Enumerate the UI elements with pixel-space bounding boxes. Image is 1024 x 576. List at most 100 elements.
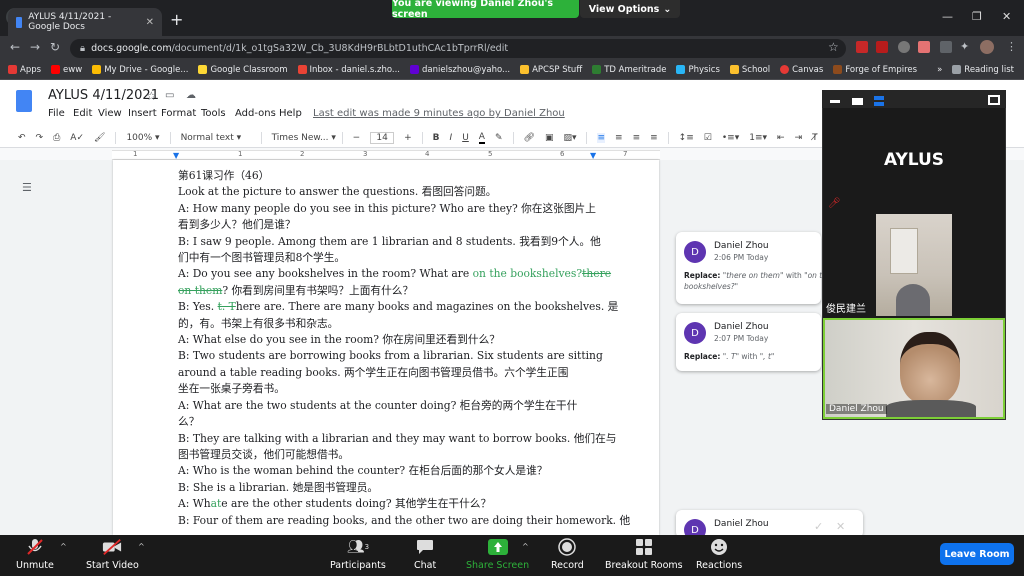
font-size-increase-button[interactable]: + (404, 133, 412, 143)
extension-1-icon[interactable] (856, 41, 868, 53)
audio-options-caret-icon[interactable]: ^ (60, 542, 67, 551)
italic-button[interactable]: I (450, 133, 453, 143)
bookmark-eww[interactable]: eww (51, 65, 82, 75)
minimize-icon[interactable]: — (942, 10, 953, 23)
ruler[interactable] (112, 150, 660, 160)
bold-button[interactable]: B (433, 133, 440, 143)
docs-scrollbar[interactable] (1006, 160, 1024, 535)
line-spacing-icon[interactable]: ↕≡ (679, 133, 694, 143)
text-color-button[interactable]: A (478, 132, 485, 144)
forward-icon[interactable]: → (30, 40, 40, 54)
suggestion-card[interactable]: D Daniel Zhou 2:07 PM Today Replace: ". … (676, 313, 821, 371)
reload-icon[interactable]: ↻ (50, 40, 60, 54)
suggestion-card[interactable]: D Daniel Zhou 2:06 PM Today Replace: "th… (676, 232, 832, 304)
suggestion-card[interactable]: D Daniel Zhou ✓ ✕ (676, 510, 863, 541)
align-right-icon[interactable]: ≡ (633, 133, 641, 143)
highlight-icon[interactable]: ✎ (495, 133, 503, 143)
star-icon[interactable]: ☆ (146, 89, 157, 103)
bookmark-inbox[interactable]: Inbox - daniel.s.zho... (297, 65, 400, 75)
move-folder-icon[interactable]: ▭ (165, 90, 174, 101)
close-window-icon[interactable]: ✕ (1002, 10, 1011, 23)
reactions-button[interactable]: Reactions (696, 538, 742, 571)
extension-3-icon[interactable] (898, 41, 910, 53)
bookmark-my-drive[interactable]: My Drive - Google... (92, 65, 188, 75)
accept-check-icon[interactable]: ✓ (814, 520, 823, 533)
style-select[interactable]: Normal text ▾ (181, 133, 251, 143)
leave-room-button[interactable]: Leave Room (940, 543, 1014, 565)
print-icon[interactable]: ⎙ (53, 133, 60, 143)
decrease-indent-icon[interactable]: ⇤ (777, 133, 785, 143)
puzzle-extensions-icon[interactable]: ✦ (960, 40, 969, 53)
tab-close-icon[interactable]: ✕ (146, 17, 154, 28)
bookmarks-more[interactable]: » (937, 65, 942, 75)
bookmark-yahoo[interactable]: danielszhou@yaho... (410, 65, 510, 75)
document-body[interactable]: 第61课习作（46） Look at the picture to answer… (178, 168, 630, 529)
align-justify-icon[interactable]: ≡ (650, 133, 658, 143)
video-options-caret-icon[interactable]: ^ (138, 542, 145, 551)
chat-button[interactable]: Chat (414, 538, 436, 571)
start-video-button[interactable]: Start Video (86, 538, 139, 571)
menu-addons[interactable]: Add-ons (235, 108, 276, 119)
document-title[interactable]: AYLUS 4/11/2021 (48, 88, 159, 103)
comment-icon[interactable]: ▣ (545, 133, 554, 143)
checklist-icon[interactable]: ☑ (704, 133, 712, 143)
numbered-list-icon[interactable]: 1≡▾ (749, 133, 767, 143)
share-screen-button[interactable]: Share Screen (466, 538, 529, 571)
last-edit-link[interactable]: Last edit was made 9 minutes ago by Dani… (313, 108, 565, 119)
share-options-caret-icon[interactable]: ^ (522, 542, 529, 551)
docs-logo-icon[interactable] (16, 90, 32, 112)
menu-file[interactable]: File (48, 108, 65, 119)
url-input[interactable]: 🔒︎ docs.google.com/document/d/1k_o1tgSa3… (70, 39, 846, 58)
image-icon[interactable]: ▨▾ (563, 133, 576, 143)
view-options-button[interactable]: View Options ⌄ (580, 0, 680, 18)
suggested-deletion[interactable]: t. T (218, 300, 236, 313)
underline-button[interactable]: U (462, 133, 469, 143)
font-select[interactable]: Times New... ▾ (272, 133, 336, 143)
undo-icon[interactable]: ↶ (18, 133, 26, 143)
gallery-view-icon[interactable] (874, 96, 884, 106)
exit-panel-icon[interactable] (988, 95, 1000, 105)
spellcheck-icon[interactable]: A✓ (70, 133, 84, 143)
font-size-input[interactable]: 14 (370, 131, 395, 144)
bookmark-apps[interactable]: Apps (8, 65, 41, 75)
back-icon[interactable]: ← (10, 40, 20, 54)
zoom-select[interactable]: 100% ▾ (126, 133, 159, 143)
suggested-insertion[interactable]: at (211, 497, 222, 510)
document-outline-icon[interactable]: ☰ (22, 181, 34, 194)
speaker-view-icon[interactable] (852, 98, 863, 105)
star-bookmark-icon[interactable]: ☆ (828, 40, 839, 54)
align-center-icon[interactable]: ≡ (615, 133, 623, 143)
menu-insert[interactable]: Insert (128, 108, 157, 119)
menu-tools[interactable]: Tools (201, 108, 226, 119)
browser-tab[interactable]: AYLUS 4/11/2021 - Google Docs ✕ (8, 8, 162, 36)
bookmark-apcsp[interactable]: APCSP Stuff (520, 65, 582, 75)
browser-menu-icon[interactable]: ⋮ (1006, 40, 1017, 53)
extension-4-icon[interactable] (918, 41, 930, 53)
bulleted-list-icon[interactable]: •≡▾ (722, 133, 739, 143)
profile-avatar[interactable] (980, 40, 994, 54)
maximize-icon[interactable]: ❐ (972, 10, 982, 23)
new-tab-icon[interactable]: + (170, 10, 183, 29)
reading-list[interactable]: Reading list (952, 65, 1014, 75)
align-left-icon[interactable]: ≡ (597, 132, 606, 143)
indent-marker-icon[interactable]: ▼ (173, 151, 179, 160)
bookmark-forge[interactable]: Forge of Empires (833, 65, 917, 75)
extension-2-icon[interactable] (876, 41, 888, 53)
redo-icon[interactable]: ↷ (36, 133, 44, 143)
record-button[interactable]: Record (551, 538, 584, 571)
font-size-decrease-button[interactable]: − (353, 133, 361, 143)
suggested-insertion[interactable]: on the bookshelves? (473, 267, 583, 280)
menu-help[interactable]: Help (279, 108, 302, 119)
increase-indent-icon[interactable]: ⇥ (795, 133, 803, 143)
bookmark-td[interactable]: TD Ameritrade (592, 65, 666, 75)
menu-edit[interactable]: Edit (73, 108, 92, 119)
unmute-button[interactable]: Unmute (16, 538, 54, 571)
bookmark-canvas[interactable]: Canvas (780, 65, 823, 75)
right-indent-marker-icon[interactable]: ▼ (590, 151, 596, 160)
menu-view[interactable]: View (98, 108, 122, 119)
paint-format-icon[interactable]: 🖌︎ (94, 133, 105, 143)
participants-button[interactable]: 👥︎ 3 Participants (330, 538, 386, 571)
link-icon[interactable]: 🔗︎ (524, 133, 535, 143)
extension-5-icon[interactable] (940, 41, 952, 53)
clear-formatting-icon[interactable]: T̸ (812, 133, 818, 143)
